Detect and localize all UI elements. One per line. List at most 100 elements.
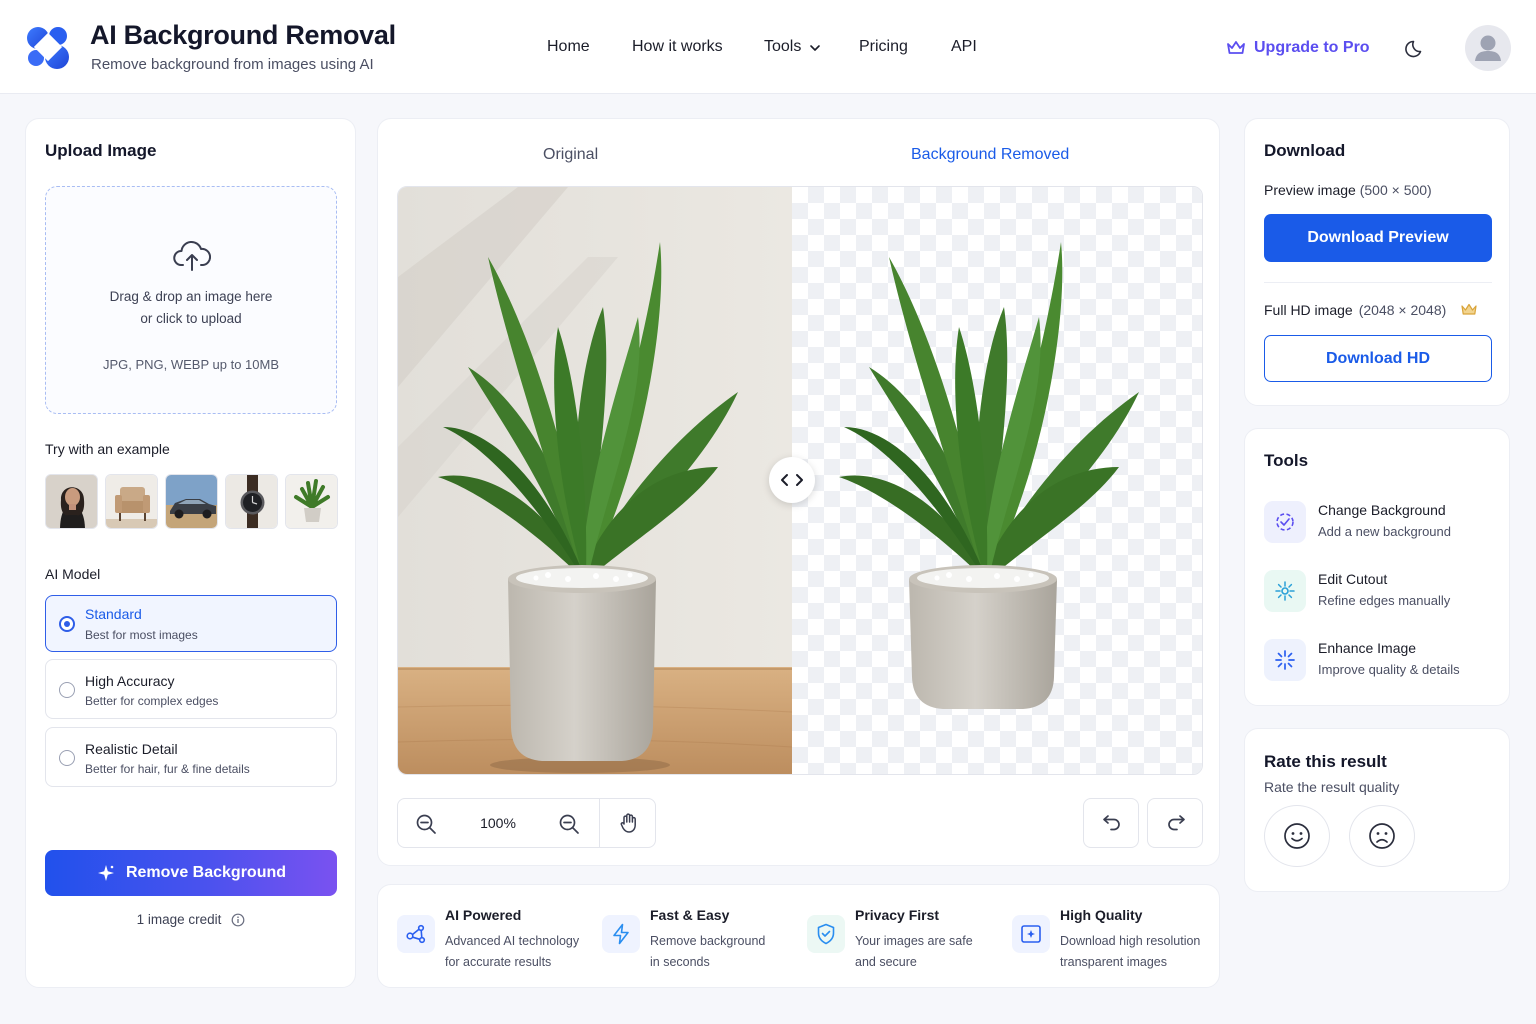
frown-face-icon: [1369, 823, 1395, 849]
preview-image-info: Preview image (500 × 500): [1264, 182, 1432, 198]
nav-how-it-works[interactable]: How it works: [632, 38, 723, 56]
feature-ai-desc-line1: Advanced AI technology: [445, 934, 580, 948]
dropzone-line-2: or click to upload: [140, 311, 242, 326]
radio-realistic-detail[interactable]: [59, 750, 75, 766]
example-thumb-plant[interactable]: [285, 474, 338, 529]
zoom-out-icon[interactable]: [414, 812, 438, 836]
upload-panel: Upload Image Drag & drop an image here o…: [25, 118, 356, 988]
tab-original[interactable]: Original: [543, 146, 598, 164]
undo-button[interactable]: [1083, 798, 1139, 848]
tool-enhance-image[interactable]: Enhance Image Improve quality & details: [1264, 637, 1504, 683]
features-strip: AI Powered Advanced AI technology for ac…: [377, 884, 1220, 988]
example-thumb-watch[interactable]: [225, 474, 278, 529]
tool-edit-cutout-title: Edit Cutout: [1318, 571, 1388, 587]
nav-api[interactable]: API: [951, 38, 977, 56]
cloud-upload-icon: [173, 240, 211, 271]
premium-crown-icon: [1461, 303, 1477, 315]
tool-enhance-sub: Improve quality & details: [1318, 662, 1460, 677]
download-preview-button[interactable]: Download Preview: [1264, 214, 1492, 262]
code-arrows-icon: [781, 474, 803, 486]
tool-enhance-title: Enhance Image: [1318, 640, 1417, 656]
rating-subtitle: Rate the result quality: [1264, 779, 1400, 795]
download-title: Download: [1264, 141, 1346, 160]
feature-fast-desc-line2: in seconds: [650, 955, 710, 969]
undo-icon: [1103, 815, 1120, 831]
image-dropzone[interactable]: Drag & drop an image here or click to up…: [45, 186, 337, 414]
background-removed-image: [792, 187, 1202, 774]
rating-panel: Rate this result Rate the result quality: [1244, 728, 1510, 892]
remove-background-label: Remove Background: [125, 864, 287, 881]
shield-icon: [807, 915, 845, 953]
feature-quality-desc: Download high resolution transparent ima…: [1060, 931, 1220, 973]
tool-change-bg-sub: Add a new background: [1318, 524, 1451, 539]
tool-change-bg-title: Change Background: [1318, 502, 1446, 518]
nav-home[interactable]: Home: [547, 38, 590, 56]
feature-ai-desc: Advanced AI technology for accurate resu…: [445, 931, 605, 973]
ai-network-icon: [397, 915, 435, 953]
sparkle-enhance-icon: [1264, 639, 1306, 681]
upload-title: Upload Image: [45, 141, 157, 160]
download-hd-button[interactable]: Download HD: [1264, 335, 1492, 382]
radio-standard[interactable]: [59, 616, 75, 632]
model-option-standard[interactable]: Standard Best for most images: [45, 595, 337, 652]
comparison-slider-handle[interactable]: [769, 457, 815, 503]
original-image: [398, 187, 793, 774]
hd-image-icon: [1012, 915, 1050, 953]
credit-info: 1 image credit: [26, 912, 356, 927]
comparison-viewer[interactable]: [397, 186, 1203, 775]
dark-mode-toggle-icon[interactable]: [1404, 36, 1428, 60]
hd-image-info: Full HD image (2048 × 2048): [1264, 302, 1478, 318]
background-swap-icon: [1264, 501, 1306, 543]
feature-quality-desc-line1: Download high resolution: [1060, 934, 1201, 948]
upgrade-to-pro-link[interactable]: Upgrade to Pro: [1226, 36, 1370, 60]
rate-positive-button[interactable]: [1264, 805, 1330, 867]
model-standard-subtitle: Best for most images: [85, 628, 198, 642]
tool-edit-cutout[interactable]: Edit Cutout Refine edges manually: [1264, 568, 1504, 614]
model-realistic-title: Realistic Detail: [85, 741, 178, 757]
nav-tools[interactable]: Tools: [764, 38, 801, 56]
preview-image-label: Preview image: [1264, 182, 1356, 198]
nav-pricing[interactable]: Pricing: [859, 38, 908, 56]
sparkle-icon: [97, 865, 114, 881]
redo-icon: [1168, 815, 1185, 831]
feature-ai-desc-line2: for accurate results: [445, 955, 552, 969]
remove-background-button[interactable]: Remove Background: [45, 850, 337, 896]
info-icon[interactable]: [231, 913, 245, 927]
feature-ai-title: AI Powered: [445, 907, 522, 923]
model-high-accuracy-title: High Accuracy: [85, 673, 175, 689]
app-logo-icon[interactable]: [24, 23, 72, 71]
user-avatar[interactable]: [1465, 25, 1511, 71]
radio-high-accuracy[interactable]: [59, 682, 75, 698]
app-subtitle: Remove background from images using AI: [91, 56, 374, 73]
zoom-level: 100%: [480, 815, 516, 831]
hd-image-label: Full HD image: [1264, 302, 1353, 318]
example-thumb-car[interactable]: [165, 474, 218, 529]
upgrade-label: Upgrade to Pro: [1254, 39, 1370, 56]
crown-icon: [1227, 41, 1245, 54]
app-title: AI Background Removal: [90, 20, 396, 50]
rating-title: Rate this result: [1264, 752, 1387, 771]
redo-button[interactable]: [1147, 798, 1203, 848]
top-header: AI Background Removal Remove background …: [0, 0, 1536, 94]
example-thumb-armchair[interactable]: [105, 474, 158, 529]
feature-privacy-title: Privacy First: [855, 907, 940, 923]
zoom-divider: [599, 799, 600, 847]
example-thumb-portrait[interactable]: [45, 474, 98, 529]
model-realistic-subtitle: Better for hair, fur & fine details: [85, 762, 250, 776]
hand-pan-icon[interactable]: [617, 811, 641, 835]
tab-background-removed[interactable]: Background Removed: [911, 146, 1069, 164]
rate-negative-button[interactable]: [1349, 805, 1415, 867]
tool-change-background[interactable]: Change Background Add a new background: [1264, 499, 1504, 545]
tool-edit-cutout-sub: Refine edges manually: [1318, 593, 1451, 608]
feature-fast-desc-line1: Remove background: [650, 934, 766, 948]
model-option-realistic-detail[interactable]: Realistic Detail Better for hair, fur & …: [45, 727, 337, 787]
smile-face-icon: [1284, 823, 1310, 849]
model-option-high-accuracy[interactable]: High Accuracy Better for complex edges: [45, 659, 337, 719]
examples-label: Try with an example: [45, 441, 170, 457]
download-divider: [1264, 282, 1492, 283]
model-standard-title: Standard: [85, 606, 142, 622]
edit-cutout-icon: [1264, 570, 1306, 612]
lightning-icon: [602, 915, 640, 953]
zoom-in-icon[interactable]: [557, 812, 581, 836]
chevron-down-icon[interactable]: [808, 41, 822, 55]
